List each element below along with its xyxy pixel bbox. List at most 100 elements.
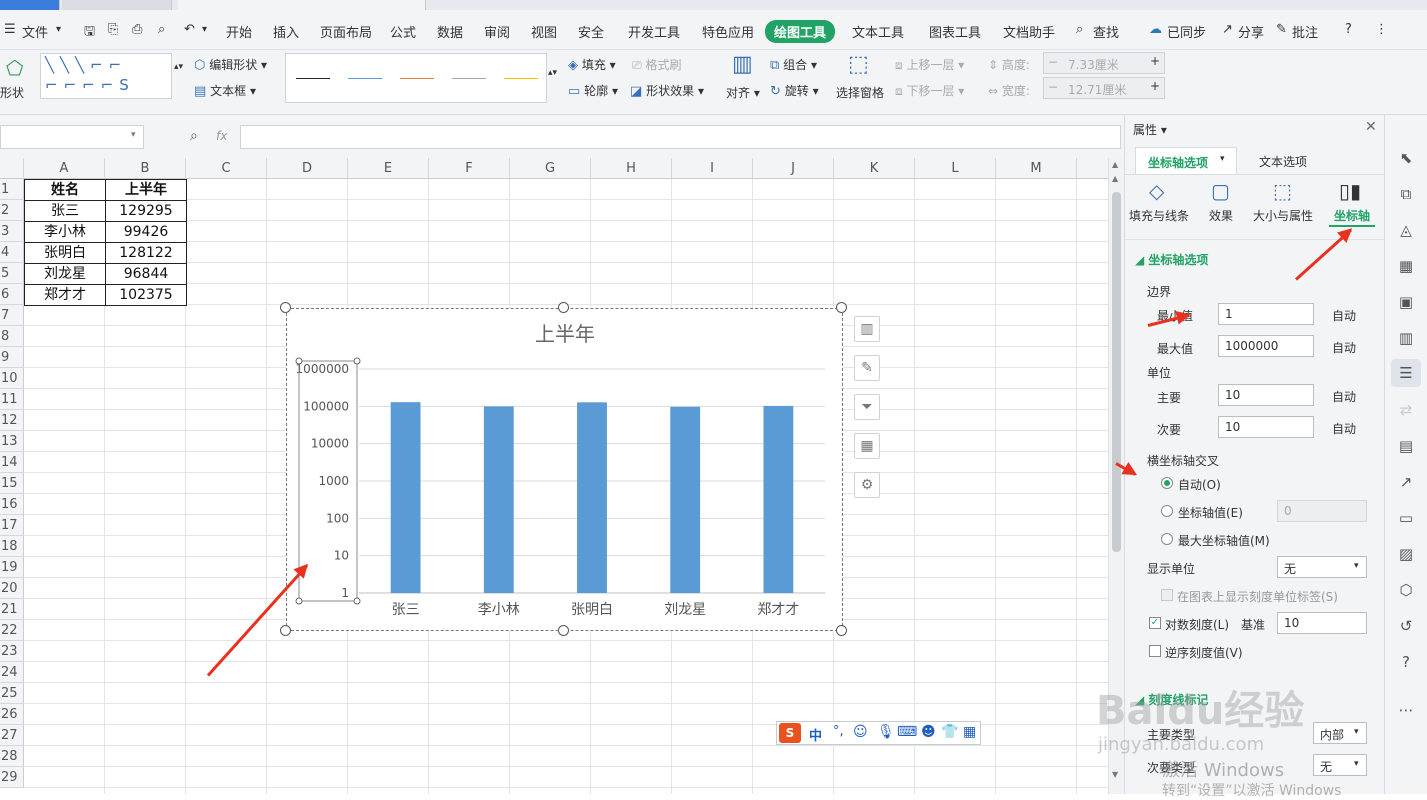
radio-cross-value-label[interactable]: 坐标轴值(E) xyxy=(1178,504,1243,521)
save-icon[interactable]: 🖫 xyxy=(84,22,95,44)
properties-icon[interactable]: ☰ xyxy=(1391,359,1421,387)
reverse-label[interactable]: 逆序刻度值(V) xyxy=(1165,644,1243,661)
row-header[interactable]: 20 xyxy=(0,578,24,599)
apps-icon[interactable]: ▣ xyxy=(1395,291,1417,313)
ime-lang[interactable]: 中 xyxy=(809,725,822,744)
more-icon[interactable]: ⋮ xyxy=(1375,22,1388,37)
column-header[interactable]: D xyxy=(267,158,348,179)
column-header[interactable]: G xyxy=(510,158,591,179)
tab-home[interactable] xyxy=(0,0,60,10)
search-icon[interactable]: ⌕ xyxy=(1076,22,1083,37)
select-pane-icon[interactable]: ⬚ xyxy=(848,52,869,77)
radio-cross-max-label[interactable]: 最大坐标轴值(M) xyxy=(1178,532,1270,549)
select-all-corner[interactable] xyxy=(0,158,24,179)
height-value[interactable]: 7.33厘米 xyxy=(1068,56,1119,73)
width-stepper[interactable]: − 12.71厘米 + xyxy=(1043,77,1165,99)
scroll-up-icon[interactable]: ▲ xyxy=(1112,160,1118,169)
minor-type-select[interactable]: 无 ▾ xyxy=(1313,754,1367,776)
share-rail-icon[interactable]: ⇄ xyxy=(1395,399,1417,421)
width-decrement[interactable]: − xyxy=(1048,80,1058,94)
row-header[interactable]: 14 xyxy=(0,452,24,473)
base-input[interactable]: 10 xyxy=(1277,612,1367,634)
column-header[interactable]: A xyxy=(24,158,105,179)
major-auto-button[interactable]: 自动 xyxy=(1332,388,1356,405)
tab-workbook[interactable] xyxy=(178,0,426,10)
shape-effect-button[interactable]: ◪ 形状效果 ▾ xyxy=(630,82,704,99)
row-header[interactable]: 2 xyxy=(0,200,24,221)
resize-handle-bl[interactable] xyxy=(280,625,291,636)
table-cell[interactable]: 李小林 xyxy=(24,221,106,243)
history-icon[interactable]: ↺ xyxy=(1395,615,1417,637)
minor-auto-button[interactable]: 自动 xyxy=(1332,420,1356,437)
major-unit-input[interactable]: 10 xyxy=(1218,384,1314,406)
table-header-cell[interactable]: 姓名 xyxy=(24,179,106,201)
row-header[interactable]: 19 xyxy=(0,557,24,578)
section-axis-options[interactable]: ◢ 坐标轴选项 xyxy=(1135,251,1208,268)
max-input[interactable]: 1000000 xyxy=(1218,335,1314,357)
menu-special[interactable]: 特色应用 xyxy=(702,22,754,41)
column-header[interactable]: J xyxy=(753,158,834,179)
ime-mic-icon[interactable]: 🎙 xyxy=(877,724,895,740)
share-icon[interactable]: ↗ xyxy=(1222,22,1233,37)
row-header[interactable]: 16 xyxy=(0,494,24,515)
column-header[interactable]: E xyxy=(348,158,429,179)
row-header[interactable]: 8 xyxy=(0,326,24,347)
tab-text-options[interactable]: 文本选项 xyxy=(1259,153,1307,170)
row-header[interactable]: 1 xyxy=(0,179,24,200)
table-cell[interactable]: 102375 xyxy=(105,284,187,306)
resize-handle-bm[interactable] xyxy=(558,625,569,636)
effect-icon[interactable]: ▢ xyxy=(1211,179,1230,203)
line-style-gallery[interactable] xyxy=(285,53,547,103)
height-increment[interactable]: + xyxy=(1150,54,1160,68)
scroll-up-page-icon[interactable]: ▲ xyxy=(1112,174,1118,183)
fill-line-icon[interactable]: ◇ xyxy=(1149,179,1164,203)
column-header[interactable]: I xyxy=(672,158,753,179)
min-input[interactable]: 1 xyxy=(1218,303,1314,325)
bring-forward-button[interactable]: ⧈ 上移一层 ▾ xyxy=(895,56,964,73)
name-box[interactable]: ▾ xyxy=(0,125,144,149)
width-value[interactable]: 12.71厘米 xyxy=(1068,81,1126,98)
row-header[interactable]: 29 xyxy=(0,767,24,788)
menu-formula[interactable]: 公式 xyxy=(390,22,416,41)
show-unit-label[interactable]: 在图表上显示刻度单位标签(S) xyxy=(1177,588,1338,605)
major-type-select[interactable]: 内部 ▾ xyxy=(1313,722,1367,744)
subtab-axis[interactable]: 坐标轴 xyxy=(1334,207,1370,224)
shape-button[interactable]: 形状 xyxy=(0,84,24,101)
row-header[interactable]: 3 xyxy=(0,221,24,242)
row-header[interactable]: 24 xyxy=(0,662,24,683)
log-scale-checkbox[interactable]: ✓ xyxy=(1149,617,1161,629)
line-style-swatch[interactable] xyxy=(452,78,486,79)
ime-menu-icon[interactable]: ▦ xyxy=(963,724,976,740)
format-painter-button[interactable]: ⎚ 格式刷 xyxy=(632,56,681,73)
scroll-down-icon[interactable]: ▼ xyxy=(1112,770,1118,779)
menu-text-tools[interactable]: 文本工具 xyxy=(852,22,904,41)
row-header[interactable]: 18 xyxy=(0,536,24,557)
row-header[interactable]: 7 xyxy=(0,305,24,326)
radio-cross-value[interactable] xyxy=(1161,505,1173,517)
hamburger-icon[interactable]: ☰ xyxy=(4,22,16,37)
export-icon[interactable]: ⎘ xyxy=(108,22,118,37)
menu-start[interactable]: 开始 xyxy=(226,22,252,41)
table-cell[interactable]: 129295 xyxy=(105,200,187,222)
comment-icon[interactable]: ✎ xyxy=(1276,22,1287,37)
min-auto-button[interactable]: 自动 xyxy=(1332,307,1356,324)
menu-comment[interactable]: 批注 xyxy=(1292,22,1318,41)
row-header[interactable]: 22 xyxy=(0,620,24,641)
row-header[interactable]: 10 xyxy=(0,368,24,389)
shape-gallery[interactable]: ╲╲╲⌐⌐ ⌐⌐⌐⌐S xyxy=(40,53,172,99)
chart-style-icon[interactable]: ✎ xyxy=(854,355,880,381)
edit-shape-button[interactable]: ⬡ 编辑形状 ▾ xyxy=(194,56,267,73)
undo-dropdown-icon[interactable]: ▾ xyxy=(202,24,207,35)
cross-value-input[interactable]: 0 xyxy=(1277,500,1367,522)
row-header[interactable]: 11 xyxy=(0,389,24,410)
column-header[interactable]: C xyxy=(186,158,267,179)
menu-chart-tools[interactable]: 图表工具 xyxy=(929,22,981,41)
align-icon[interactable]: ▥ xyxy=(732,52,753,77)
column-header[interactable]: F xyxy=(429,158,510,179)
height-decrement[interactable]: − xyxy=(1048,55,1058,69)
radio-cross-max[interactable] xyxy=(1161,533,1173,545)
menu-review[interactable]: 审阅 xyxy=(484,22,510,41)
row-header[interactable]: 28 xyxy=(0,746,24,767)
height-stepper[interactable]: − 7.33厘米 + xyxy=(1043,52,1165,74)
table-cell[interactable]: 96844 xyxy=(105,263,187,285)
